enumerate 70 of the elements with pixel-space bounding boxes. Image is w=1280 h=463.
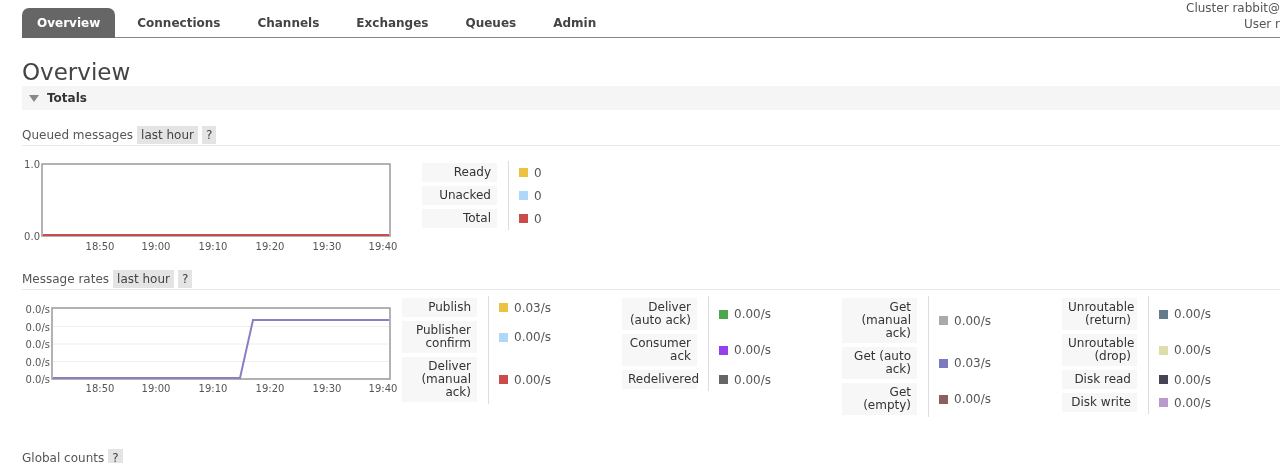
- legend-value: 0.00/s: [1174, 306, 1211, 323]
- x-axis-label: 19:00: [141, 241, 171, 252]
- legend-label: Get (empty): [842, 383, 917, 415]
- page-title: Overview: [22, 58, 132, 86]
- x-axis-label: 18:50: [85, 241, 115, 252]
- section-title: Queued messages: [22, 127, 134, 144]
- section-title: Global counts: [22, 450, 105, 463]
- legend-label: Publisher confirm: [402, 321, 477, 353]
- user-name: User r: [1243, 16, 1280, 32]
- y-axis-label: 0.0/s: [25, 304, 50, 315]
- nav-tab[interactable]: Channels: [242, 8, 335, 38]
- x-axis-label: 19:00: [141, 383, 171, 394]
- nav-tab[interactable]: Queues: [450, 8, 532, 38]
- nav-tab[interactable]: Admin: [538, 8, 612, 38]
- time-range-selector[interactable]: last hour: [137, 126, 198, 144]
- legend-value: 0.03/s: [514, 299, 551, 317]
- legend-value: 0.00/s: [514, 329, 551, 346]
- legend-label: Get (auto ack): [842, 347, 917, 379]
- y-axis-label: 0.0/s: [25, 339, 50, 350]
- legend-label: Deliver (manual ack): [402, 357, 477, 402]
- legend-value: 0.00/s: [734, 306, 771, 323]
- legend-label: Consumer ack: [622, 334, 697, 366]
- y-axis-label: 0.0/s: [25, 374, 50, 385]
- y-axis-label: 0.0: [24, 231, 40, 242]
- legend-label: Unroutable (drop): [1062, 334, 1137, 366]
- legend-value: 0.00/s: [514, 371, 551, 389]
- legend-label: Disk read: [1062, 370, 1137, 389]
- nav-tab[interactable]: Overview: [22, 8, 116, 38]
- legend-value: 0: [534, 187, 542, 205]
- legend-label: Ready: [422, 163, 497, 182]
- x-axis-label: 19:10: [198, 383, 228, 394]
- legend-value: 0.00/s: [734, 371, 771, 389]
- help-button[interactable]: ?: [178, 270, 193, 288]
- x-axis-label: 18:50: [85, 383, 115, 394]
- x-axis-label: 19:20: [255, 241, 285, 252]
- time-range-selector[interactable]: last hour: [113, 270, 174, 288]
- legend-label: Unacked: [422, 186, 497, 205]
- x-axis-label: 19:20: [255, 383, 285, 394]
- legend-label: Deliver (auto ack): [622, 298, 697, 330]
- section-title: Message rates: [22, 271, 110, 288]
- totals-section-header[interactable]: Totals: [22, 86, 1280, 110]
- x-axis-label: 19:40: [368, 241, 398, 252]
- x-axis-label: 19:40: [368, 383, 398, 394]
- help-button[interactable]: ?: [202, 126, 217, 144]
- legend-value: 0.00/s: [1174, 394, 1211, 412]
- legend-label: Disk write: [1062, 393, 1137, 412]
- x-axis-label: 19:10: [198, 241, 228, 252]
- caret-down-icon: [29, 94, 39, 102]
- x-axis-label: 19:30: [312, 241, 342, 252]
- legend-value: 0.00/s: [954, 312, 991, 330]
- legend-label: Unroutable (return): [1062, 298, 1137, 330]
- cluster-name: Cluster rabbit@: [1186, 0, 1280, 16]
- y-axis-label: 0.0/s: [25, 321, 50, 333]
- legend-value: 0: [534, 210, 542, 228]
- y-axis-label: 0.0/s: [25, 356, 50, 368]
- nav-tab[interactable]: Exchanges: [341, 8, 444, 38]
- x-axis-label: 19:30: [312, 383, 342, 394]
- legend-label: Total: [422, 209, 497, 228]
- legend-value: 0.03/s: [954, 355, 991, 372]
- nav-tab[interactable]: Connections: [122, 8, 236, 38]
- legend-label: Get (manual ack): [842, 298, 917, 343]
- legend-value: 0.00/s: [954, 391, 991, 408]
- legend-label: Publish: [402, 298, 477, 317]
- legend-value: 0.00/s: [1174, 371, 1211, 389]
- legend-label: Redelivered: [622, 370, 697, 389]
- legend-value: 0.00/s: [734, 342, 771, 359]
- legend-value: 0.00/s: [1174, 342, 1211, 359]
- help-button[interactable]: ?: [108, 449, 123, 463]
- y-axis-label: 1.0: [24, 159, 40, 170]
- legend-value: 0: [534, 164, 542, 182]
